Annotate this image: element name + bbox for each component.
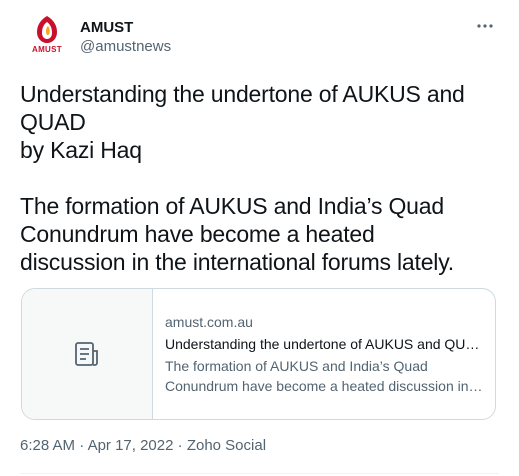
tweet-date[interactable]: Apr 17, 2022 [88,437,174,454]
author-block[interactable]: AMUST @amustnews [80,19,171,57]
amust-logo-icon [37,16,57,43]
more-options-button[interactable] [473,16,497,36]
display-name[interactable]: AMUST [80,19,171,37]
article-icon [75,342,98,366]
tweet-text-line: Understanding the undertone of AUKUS and [20,81,465,107]
avatar-logo-text: AMUST [32,45,62,54]
tweet-text-line: The formation of AUKUS and India’s Quad [20,193,444,219]
link-card-title: Understanding the undertone of AUKUS and… [165,336,483,352]
tweet-meta: 6:28 AM · Apr 17, 2022 · Zoho Social [20,436,266,456]
link-card-domain: amust.com.au [165,314,253,330]
link-card[interactable]: amust.com.au Understanding the undertone… [21,288,496,420]
handle[interactable]: @amustnews [80,37,171,57]
divider [20,473,499,474]
more-horizontal-icon [477,24,493,28]
link-card-description: The formation of AUKUS and India’s Quad … [165,356,483,396]
tweet: AMUST AMUST @amustnews Understanding the… [0,0,519,476]
link-card-info: amust.com.au Understanding the undertone… [153,289,495,419]
tweet-time[interactable]: 6:28 AM [20,437,75,454]
link-card-thumbnail [22,289,153,419]
tweet-text-line: Conundrum have become a heated [20,221,375,247]
avatar[interactable]: AMUST [25,14,69,58]
tweet-source[interactable]: Zoho Social [187,437,266,454]
link-card-description-line: Conundrum have become a heated discussio… [165,378,483,394]
link-card-description-line: The formation of AUKUS and India’s Quad [165,358,428,374]
tweet-text-line: by Kazi Haq [20,137,142,163]
meta-separator: · [177,437,183,454]
meta-separator: · [79,437,85,454]
tweet-text: Understanding the undertone of AUKUS and… [20,80,510,276]
tweet-text-line: QUAD [20,109,86,135]
tweet-text-line: discussion in the international forums l… [20,249,454,275]
